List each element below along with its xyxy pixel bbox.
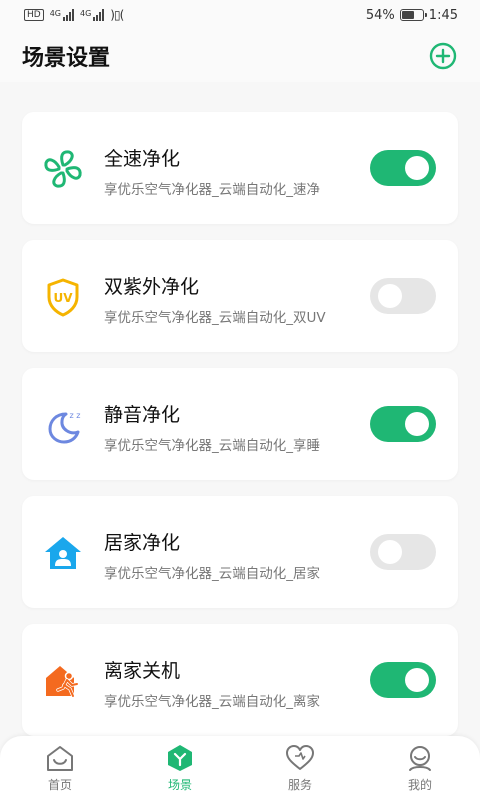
scene-card[interactable]: z z 静音净化 享优乐空气净化器_云端自动化_享睡 <box>22 368 458 480</box>
scene-title: 全速净化 <box>104 148 181 170</box>
heart-tab-icon <box>286 745 314 770</box>
scene-card[interactable]: 全速净化 享优乐空气净化器_云端自动化_速净 <box>22 112 458 224</box>
battery-percent: 54% <box>365 7 395 23</box>
scene-card[interactable]: UV 双紫外净化 享优乐空气净化器_云端自动化_双UV <box>22 240 458 352</box>
tab-home[interactable]: 首页 <box>0 736 120 800</box>
signal-icon-2: 4G <box>80 9 105 21</box>
status-left: HD 4G 4G )▯( <box>24 8 124 22</box>
toggle-knob <box>378 540 402 564</box>
scene-toggle[interactable] <box>370 406 436 442</box>
status-bar: HD 4G 4G )▯( 54% 1:45 <box>0 0 480 30</box>
toggle-knob <box>405 668 429 692</box>
scene-toggle[interactable] <box>370 150 436 186</box>
scene-subtitle: 享优乐空气净化器_云端自动化_离家 <box>104 694 320 710</box>
toggle-knob <box>405 156 429 180</box>
scene-title: 离家关机 <box>104 660 181 682</box>
clock: 1:45 <box>428 7 458 23</box>
home-tab-icon <box>47 746 73 771</box>
profile-tab-icon <box>409 746 431 771</box>
scene-card[interactable]: 离家关机 享优乐空气净化器_云端自动化_离家 <box>22 624 458 736</box>
home-person-icon <box>42 532 84 574</box>
vibrate-icon: )▯( <box>110 8 124 22</box>
add-scene-button[interactable] <box>428 41 458 71</box>
tab-label: 场景 <box>167 778 192 792</box>
scene-title: 双紫外净化 <box>104 276 200 298</box>
hd-badge: HD <box>24 9 44 21</box>
scene-tab-icon <box>168 745 192 771</box>
scene-subtitle: 享优乐空气净化器_云端自动化_居家 <box>104 566 320 582</box>
scene-title: 居家净化 <box>104 532 181 554</box>
scene-toggle[interactable] <box>370 534 436 570</box>
leave-home-icon <box>42 660 84 702</box>
scene-card[interactable]: 居家净化 享优乐空气净化器_云端自动化_居家 <box>22 496 458 608</box>
scene-toggle[interactable] <box>370 662 436 698</box>
uv-shield-icon: UV <box>42 276 84 318</box>
header: 场景设置 <box>0 30 480 82</box>
bottom-tab-bar: 首页 场景 服务 我的 <box>0 736 480 800</box>
tab-label: 服务 <box>287 778 312 792</box>
scene-title: 静音净化 <box>104 404 181 426</box>
scene-subtitle: 享优乐空气净化器_云端自动化_速净 <box>104 182 320 198</box>
moon-icon-text: z z <box>70 411 81 420</box>
signal-icon: 4G <box>50 9 74 21</box>
toggle-knob <box>405 412 429 436</box>
page-title: 场景设置 <box>22 46 111 71</box>
uv-icon-text: UV <box>53 291 73 305</box>
scene-subtitle: 享优乐空气净化器_云端自动化_双UV <box>104 310 326 326</box>
battery-icon <box>399 9 427 21</box>
tab-scene[interactable]: 场景 <box>120 736 240 800</box>
scene-list: 全速净化 享优乐空气净化器_云端自动化_速净 UV 双紫外净化 享优乐空气净化器… <box>22 112 458 752</box>
fan-icon <box>42 148 84 190</box>
tab-label: 我的 <box>407 778 432 792</box>
status-right: 54% 1:45 <box>366 8 458 23</box>
scene-subtitle: 享优乐空气净化器_云端自动化_享睡 <box>104 438 320 454</box>
plus-circle-icon <box>429 42 457 70</box>
moon-icon: z z <box>42 404 84 446</box>
tab-service[interactable]: 服务 <box>240 736 360 800</box>
tab-label: 首页 <box>47 778 72 792</box>
toggle-knob <box>378 284 402 308</box>
scene-toggle[interactable] <box>370 278 436 314</box>
tab-profile[interactable]: 我的 <box>360 736 480 800</box>
